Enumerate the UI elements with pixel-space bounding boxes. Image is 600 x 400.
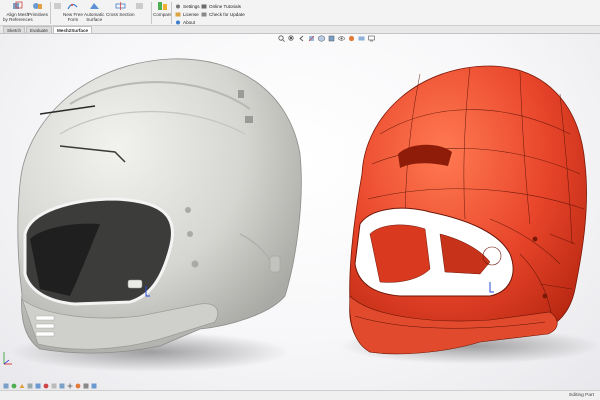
about-link[interactable]: About (175, 19, 200, 25)
command-tabs: Sketch Evaluate Mesh2Surface (0, 26, 600, 34)
tool-icon-2[interactable] (11, 383, 17, 389)
tool-icon-9[interactable] (67, 383, 73, 389)
tool-icon-6[interactable] (43, 383, 49, 389)
tool-icon-4[interactable] (27, 383, 33, 389)
tool-icon-3[interactable] (19, 383, 25, 389)
tool-icon-12[interactable] (91, 383, 97, 389)
gear-icon (176, 4, 180, 8)
disabled-tool-button-2[interactable] (134, 1, 145, 12)
ribbon-separator-3 (171, 2, 172, 24)
tool-icon-1[interactable] (3, 383, 9, 389)
tool-icon-10[interactable] (75, 383, 81, 389)
disabled-tool-icon (54, 3, 61, 9)
check-update-link[interactable]: Check for Update (201, 11, 245, 17)
disabled-tool-icon-2 (136, 3, 143, 9)
info-icon (176, 20, 180, 24)
new-free-form-button[interactable]: New Free Form (63, 1, 83, 22)
tab-sketch[interactable]: Sketch (3, 26, 26, 33)
free-form-icon (67, 3, 78, 10)
primitives-label: Primitives (28, 12, 48, 17)
license-label: License (183, 11, 199, 17)
cross-section-button[interactable]: Cross Section (106, 1, 135, 17)
tool-icon-5[interactable] (35, 383, 41, 389)
graphics-viewport[interactable] (0, 34, 600, 390)
align-mesh-label-2: by References (3, 17, 33, 22)
tool-icon-8[interactable] (59, 383, 65, 389)
align-mesh-icon (13, 1, 23, 9)
compare-icon (157, 2, 167, 10)
tool-icon-11[interactable] (83, 383, 89, 389)
tab-evaluate[interactable]: Evaluate (26, 26, 52, 33)
primitives-button[interactable]: Primitives (28, 1, 48, 17)
license-icon (175, 12, 181, 16)
about-label: About (183, 19, 196, 25)
ribbon-separator (50, 2, 51, 24)
compare-label: Compare (153, 12, 172, 17)
help-links-group: Online Tutorials Check for Update (201, 3, 245, 17)
ribbon-toolbar: Align Mesh by References Primitives New … (0, 0, 600, 26)
tab-mesh2surface[interactable]: Mesh2Surface (52, 26, 93, 33)
automatic-surface-button[interactable]: Automatic Surface (84, 1, 104, 22)
primitives-icon (33, 3, 43, 9)
ribbon-separator-2 (151, 2, 152, 24)
status-text: Editing Part (569, 393, 594, 398)
cross-section-icon (115, 2, 126, 10)
bottom-toolbar (0, 382, 600, 390)
settings-label: Settings (183, 3, 200, 9)
settings-links-group: Settings License About (175, 3, 200, 25)
tool-icon-7[interactable] (51, 383, 57, 389)
cross-section-label: Cross Section (106, 12, 135, 17)
license-link[interactable]: License (175, 11, 200, 17)
status-bar: Editing Part (0, 390, 600, 400)
automatic-surface-label-2: Surface (86, 17, 103, 22)
tutorials-icon (201, 4, 207, 8)
new-free-form-label-2: Form (67, 17, 79, 22)
model-graphics (3, 58, 600, 372)
online-tutorials-label: Online Tutorials (209, 3, 241, 9)
compare-button[interactable]: Compare (153, 1, 172, 17)
automatic-surface-icon (89, 3, 99, 9)
disabled-tool-button[interactable] (52, 1, 63, 12)
mesh-helmet[interactable] (17, 58, 302, 354)
surface-helmet[interactable] (349, 65, 587, 355)
settings-link[interactable]: Settings (175, 3, 200, 9)
check-update-label: Check for Update (209, 11, 245, 17)
online-tutorials-link[interactable]: Online Tutorials (201, 3, 245, 9)
update-icon (201, 12, 207, 16)
